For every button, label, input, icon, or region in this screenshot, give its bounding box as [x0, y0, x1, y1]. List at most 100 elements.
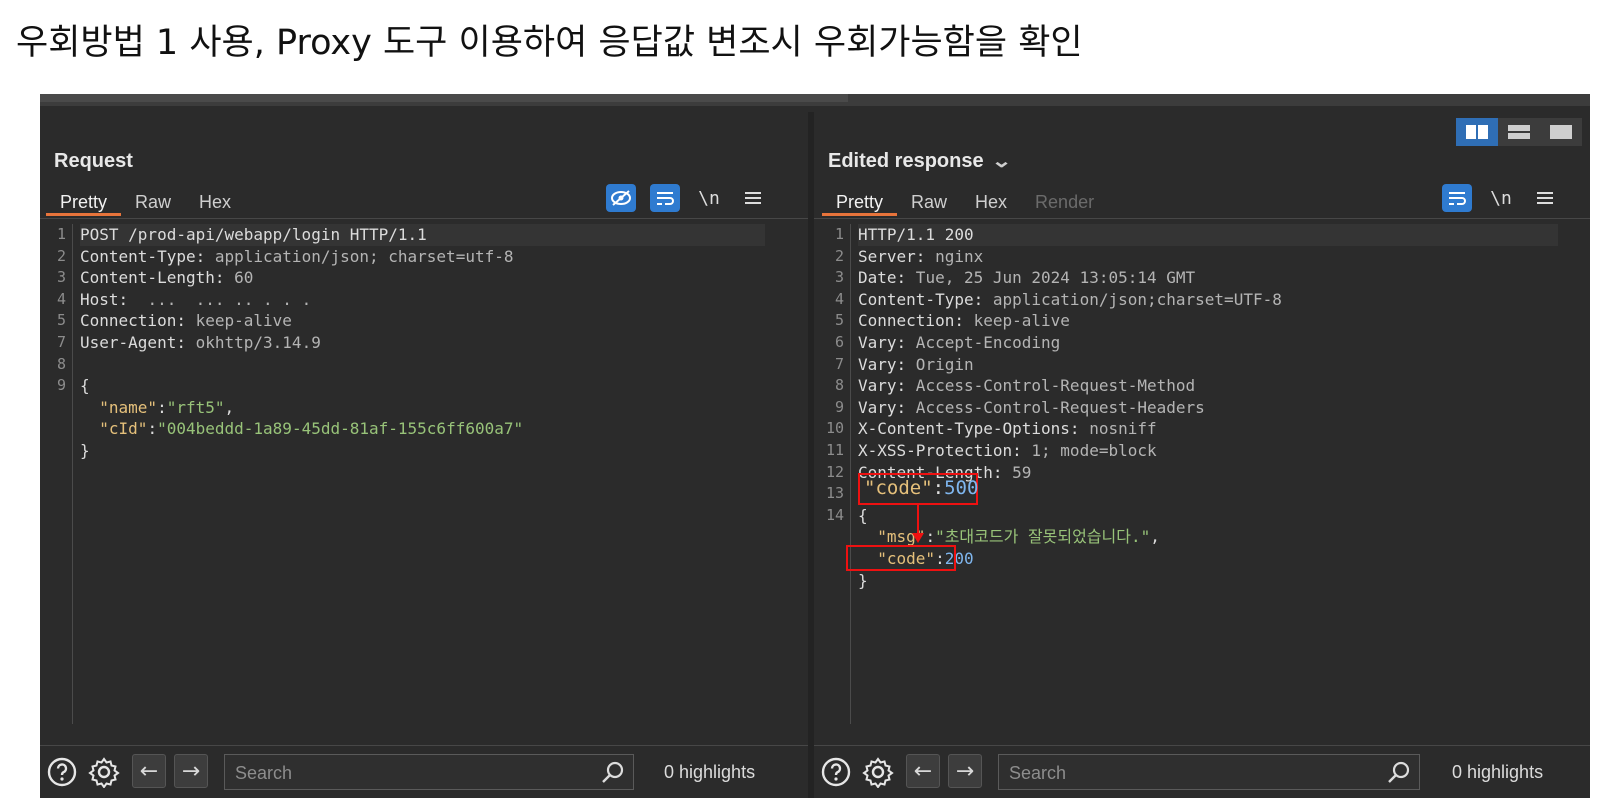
layout-single-icon[interactable]: [1540, 118, 1582, 146]
code-line: Content-Type: application/json;charset=U…: [858, 289, 1558, 311]
response-bottombar: ← → 0 highlights: [814, 745, 1590, 798]
code-token: }: [80, 440, 90, 460]
request-tab-hex[interactable]: Hex: [185, 188, 245, 216]
code-token: application/json; charset=utf-8: [205, 246, 514, 266]
line-number: 12: [825, 462, 844, 481]
response-toolbar: \n: [1442, 184, 1560, 212]
layout-split-icon[interactable]: [1456, 118, 1498, 146]
line-number: [40, 397, 72, 419]
line-number: [40, 440, 72, 462]
request-title: Request: [54, 150, 133, 172]
code-line: Server: nginx: [858, 246, 1558, 268]
request-search[interactable]: [224, 754, 634, 790]
wrap-icon[interactable]: [1442, 184, 1472, 212]
code-token: 60: [224, 268, 254, 288]
line-number: 5: [56, 311, 66, 330]
request-bottombar: ← → 0 highlights: [40, 745, 808, 798]
code-token: {: [858, 505, 868, 525]
code-token: Server:: [858, 246, 926, 266]
line-number: 13: [825, 484, 844, 503]
code-token: Access-Control-Request-Method: [906, 376, 1196, 396]
line-number: [814, 570, 850, 592]
code-token: Vary:: [858, 354, 907, 374]
request-tab-raw[interactable]: Raw: [121, 188, 185, 216]
line-number: 14: [825, 505, 844, 524]
wrap-icon[interactable]: [650, 184, 680, 212]
edited-code-annotation: [846, 545, 956, 571]
code-line: Vary: Accept-Encoding: [858, 332, 1558, 354]
layout-switcher: [1456, 118, 1582, 146]
original-code-text: "code":500: [864, 477, 979, 499]
response-title[interactable]: Edited response ⌄: [828, 150, 1012, 173]
help-icon[interactable]: [820, 756, 852, 788]
code-line: Vary: Origin: [858, 354, 1558, 376]
forward-icon[interactable]: →: [174, 754, 208, 788]
request-pane: Request Pretty Raw Hex \n 1 2 3 4 5 7 8 9 POST …: [40, 112, 808, 798]
hide-icon[interactable]: [606, 184, 636, 212]
line-number: 1: [56, 225, 66, 243]
response-tab-hex[interactable]: Hex: [961, 188, 1021, 216]
chevron-down-icon[interactable]: ⌄: [991, 151, 1012, 172]
page-caption: 우회방법 1 사용, Proxy 도구 이용하여 응답값 변조시 우회가능함을 …: [16, 23, 1083, 63]
burp-window: Request Pretty Raw Hex \n 12345789 POST …: [40, 94, 1590, 798]
forward-icon[interactable]: →: [948, 754, 982, 788]
code-token: ... ... .. . . .: [128, 289, 312, 309]
request-tab-pretty[interactable]: Pretty: [46, 188, 122, 216]
line-number: 2: [834, 246, 844, 265]
response-search-input[interactable]: [1007, 759, 1347, 787]
settings-icon[interactable]: [862, 756, 894, 788]
code-token: Vary:: [858, 397, 907, 417]
code-line: Content-Type: application/json; charset=…: [80, 246, 765, 268]
line-number: 8: [834, 376, 844, 395]
newline-toggle[interactable]: \n: [694, 184, 724, 212]
response-tabs: Pretty Raw Hex Render: [822, 188, 1108, 216]
code-token: ,: [1150, 527, 1160, 547]
menu-icon[interactable]: [738, 184, 768, 212]
code-token: Connection:: [80, 311, 186, 331]
code-line: Vary: Access-Control-Request-Headers: [858, 397, 1558, 419]
code-token: Vary:: [858, 376, 907, 396]
code-token: HTTP/1.1 200: [858, 225, 974, 244]
code-token: "name": [99, 397, 158, 417]
code-token: okhttp/3.14.9: [185, 332, 321, 352]
code-token: keep-alive: [963, 311, 1070, 331]
change-arrow: [912, 505, 924, 543]
line-number: [814, 548, 850, 570]
menu-icon[interactable]: [1530, 184, 1560, 212]
back-icon[interactable]: ←: [906, 754, 940, 788]
code-line: "code":200: [858, 548, 1558, 570]
request-search-input[interactable]: [233, 759, 564, 787]
response-tab-raw[interactable]: Raw: [897, 188, 961, 216]
newline-toggle[interactable]: \n: [1486, 184, 1516, 212]
search-icon[interactable]: [601, 760, 625, 788]
response-tab-pretty[interactable]: Pretty: [822, 188, 898, 216]
line-number: 11: [825, 440, 844, 459]
code-line: {: [80, 375, 765, 397]
code-token: Content-Type:: [858, 289, 984, 309]
back-icon[interactable]: ←: [132, 754, 166, 788]
code-token: POST /prod-api/webapp/login HTTP/1.1: [80, 225, 427, 244]
line-number: 8: [56, 354, 66, 373]
layout-rows-icon[interactable]: [1498, 118, 1540, 146]
response-search[interactable]: [998, 754, 1420, 790]
response-highlights: 0 highlights: [1452, 762, 1544, 782]
search-icon[interactable]: [1387, 760, 1411, 788]
line-number: 10: [825, 419, 844, 438]
code-token: ,: [224, 397, 235, 417]
code-line: Connection: keep-alive: [858, 310, 1558, 332]
code-line: "cId":"004beddd-1a89-45dd-81af-155c6ff60…: [80, 418, 765, 440]
code-token: Content-Length:: [80, 268, 225, 288]
code-line: Connection: keep-alive: [80, 310, 765, 332]
code-token: User-Agent:: [80, 332, 186, 352]
code-token: }: [858, 570, 868, 590]
settings-icon[interactable]: [88, 756, 120, 788]
line-number: 9: [56, 376, 66, 395]
code-line: "name":"rft5",: [80, 397, 765, 419]
code-token: Host:: [80, 289, 129, 309]
code-token: Connection:: [858, 311, 964, 331]
help-icon[interactable]: [46, 756, 78, 788]
line-number: 3: [834, 268, 844, 287]
line-number: 2: [56, 246, 66, 265]
